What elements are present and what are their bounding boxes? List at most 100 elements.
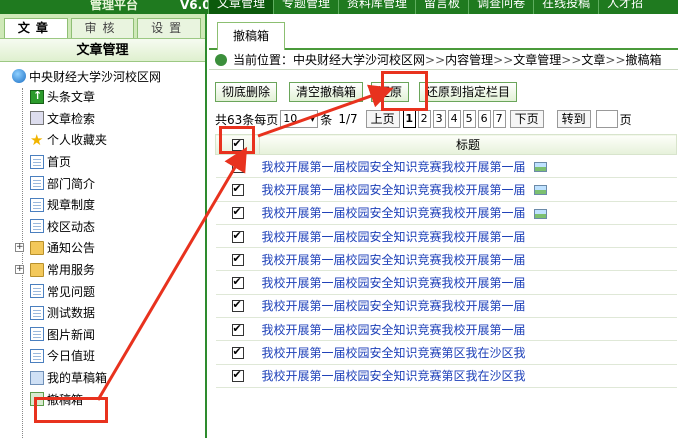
tree-item-label: 常见问题: [47, 284, 96, 299]
nav-survey[interactable]: 调查问卷: [468, 0, 533, 14]
prev-page-button[interactable]: 上页: [365, 110, 400, 128]
tree-item-label: 校区动态: [47, 219, 96, 234]
page-icon: [30, 348, 44, 363]
pager: 共63条 每页 10 条 1/7 上页 1 2 3 4 5 6 7 下页 转到 …: [215, 110, 632, 128]
article-title-link[interactable]: 我校开展第一届校园安全知识竞赛我校开展第一届: [262, 323, 526, 337]
goto-page-input[interactable]: [595, 110, 618, 128]
article-title-link[interactable]: 我校开展第一届校园安全知识竞赛我校开展第一届: [262, 160, 526, 174]
row-checkbox[interactable]: [231, 322, 244, 336]
crumb-article-mgmt[interactable]: 文章管理: [513, 50, 561, 70]
per-page-select[interactable]: 10: [280, 110, 319, 128]
per-page-label: 每页: [254, 112, 279, 127]
tab-withdrawn-box[interactable]: 撤稿箱: [217, 22, 285, 50]
expand-icon[interactable]: +: [15, 243, 24, 253]
delete-permanent-button[interactable]: 彻底删除: [215, 82, 278, 102]
highlight-restore-button: [381, 71, 428, 111]
article-title-link[interactable]: 我校开展第一届校园安全知识竞赛我校开展第一届: [262, 299, 526, 313]
row-checkbox[interactable]: [231, 205, 244, 220]
row-checkbox[interactable]: [231, 182, 244, 196]
brand-version: V6.0: [180, 0, 211, 12]
table-row: 我校开展第一届校园安全知识竞赛我校开展第一届: [215, 317, 677, 342]
crumb-sep: >>: [561, 52, 582, 67]
tree-item-photo-news[interactable]: 图片新闻: [0, 324, 205, 346]
nav-recruit[interactable]: 人才招: [598, 0, 651, 14]
crumb-site[interactable]: 中央财经大学沙河校区网: [293, 50, 425, 70]
table-row: 我校开展第一届校园安全知识竞赛我校开展第一届: [215, 201, 677, 225]
nav-message-board[interactable]: 留言板: [415, 0, 468, 14]
tree-item-duty[interactable]: 今日值班: [0, 345, 205, 367]
nav-topic-management[interactable]: 专题管理: [273, 0, 338, 14]
highlight-trash-item: [34, 397, 108, 423]
article-title-link[interactable]: 我校开展第一届校园安全知识竞赛我校开展第一届: [262, 206, 526, 220]
page-1[interactable]: 1: [402, 110, 416, 128]
page-icon: [30, 154, 44, 169]
search-icon: [30, 111, 44, 126]
tree-item-notice[interactable]: + 通知公告: [0, 237, 205, 259]
row-checkbox[interactable]: [231, 229, 244, 243]
nav-submission[interactable]: 在线投稿: [533, 0, 598, 14]
article-title-link[interactable]: 我校开展第一届校园安全知识竞赛我校开展第一届: [262, 183, 526, 197]
nav-article-management[interactable]: 文章管理: [208, 0, 274, 14]
image-icon: [533, 208, 547, 219]
row-checkbox[interactable]: [231, 368, 244, 383]
tree-item-label: 规章制度: [47, 198, 96, 213]
row-checkbox[interactable]: [231, 252, 244, 266]
tree-item-services[interactable]: + 常用服务: [0, 259, 205, 281]
tree-item-test[interactable]: 测试数据: [0, 302, 205, 324]
page-3[interactable]: 3: [432, 110, 446, 128]
page-6[interactable]: 6: [477, 110, 491, 128]
tree-item-drafts[interactable]: 我的草稿箱: [0, 367, 205, 389]
page-7[interactable]: 7: [492, 110, 506, 128]
row-checkbox[interactable]: [231, 275, 244, 290]
tab-article[interactable]: 文章: [4, 18, 68, 38]
tree-item-dept[interactable]: 部门简介: [0, 172, 205, 194]
globe-icon: [12, 69, 26, 83]
tree-item-label: 测试数据: [47, 306, 96, 321]
tree-root[interactable]: 中央财经大学沙河校区网: [0, 66, 205, 86]
main-content: 撤稿箱 当前位置： 中央财经大学沙河校区网 >> 内容管理 >> 文章管理 >> 文章…: [209, 14, 678, 438]
article-title-link[interactable]: 我校开展第一届校园安全知识竞赛第区我在沙区我: [262, 369, 526, 383]
row-checkbox[interactable]: [231, 159, 244, 173]
empty-trash-button[interactable]: 清空撤稿箱: [289, 82, 364, 102]
page-icon: [30, 305, 44, 320]
article-title-link[interactable]: 我校开展第一届校园安全知识竞赛我校开展第一届: [262, 253, 526, 267]
tab-settings[interactable]: 设置: [137, 18, 202, 38]
crumb-sep: >>: [425, 52, 446, 67]
tree-item-label: 个人收藏夹: [47, 133, 108, 148]
tree-root-label: 中央财经大学沙河校区网: [29, 69, 162, 84]
tab-review[interactable]: 审核: [70, 18, 135, 38]
crumb-article[interactable]: 文章: [581, 50, 605, 70]
nav-library-management[interactable]: 资料库管理: [338, 0, 415, 14]
expand-icon[interactable]: +: [15, 264, 24, 274]
goto-button[interactable]: 转到: [556, 110, 591, 128]
table-header-row: 标题: [215, 134, 677, 155]
article-title-link[interactable]: 我校开展第一届校园安全知识竞赛我校开展第一届: [262, 230, 526, 244]
page-2[interactable]: 2: [417, 110, 431, 128]
tree-item-rules[interactable]: 规章制度: [0, 194, 205, 216]
row-checkbox[interactable]: [231, 345, 244, 360]
tree-item-search[interactable]: 文章检索: [0, 108, 205, 130]
toolbar: 彻底删除 清空撤稿箱 还原 还原到指定栏目: [215, 82, 518, 102]
row-checkbox[interactable]: [231, 298, 244, 313]
folder-icon: [30, 240, 44, 255]
tree-item-favorites[interactable]: ★ 个人收藏夹: [0, 129, 205, 151]
crumb-content[interactable]: 内容管理: [445, 50, 493, 70]
table-row: 我校开展第一届校园安全知识竞赛我校开展第一届: [215, 177, 677, 202]
tree-item-headline[interactable]: 头条文章: [0, 86, 205, 108]
page-icon: [30, 197, 44, 212]
article-title-link[interactable]: 我校开展第一届校园安全知识竞赛我校开展第一届: [262, 276, 526, 290]
table-row: 我校开展第一届校园安全知识竞赛第区我在沙区我: [215, 340, 677, 365]
table-row: 我校开展第一届校园安全知识竞赛我校开展第一届: [215, 224, 677, 249]
table-row: 我校开展第一届校园安全知识竞赛我校开展第一届: [215, 294, 677, 319]
restore-to-column-button[interactable]: 还原到指定栏目: [419, 82, 518, 102]
tree-item-faq[interactable]: 常见问题: [0, 280, 205, 302]
tree-item-home[interactable]: 首页: [0, 151, 205, 173]
tree-item-news[interactable]: 校区动态: [0, 216, 205, 238]
page-4[interactable]: 4: [447, 110, 461, 128]
page-5[interactable]: 5: [462, 110, 476, 128]
tree-item-label: 首页: [47, 155, 72, 170]
next-page-button[interactable]: 下页: [509, 110, 544, 128]
per-page-unit: 条: [320, 112, 333, 127]
table-row: 我校开展第一届校园安全知识竞赛我校开展第一届: [215, 154, 677, 179]
article-title-link[interactable]: 我校开展第一届校园安全知识竞赛第区我在沙区我: [262, 346, 526, 360]
